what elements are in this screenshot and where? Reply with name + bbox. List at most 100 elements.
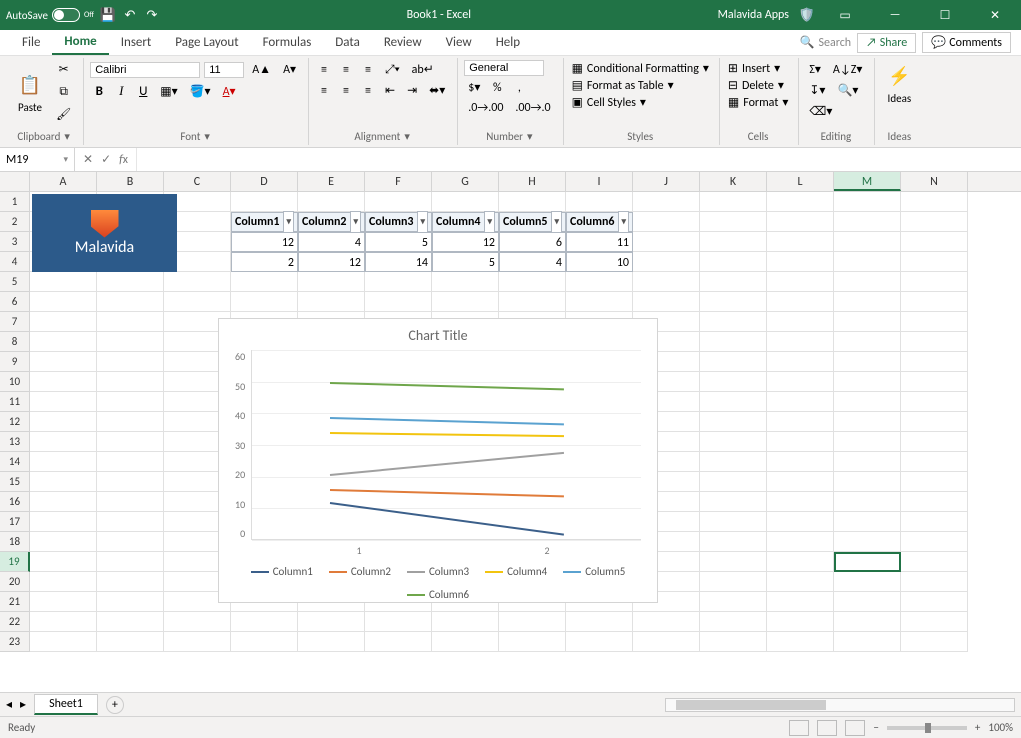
filter-dropdown-icon[interactable]: ▾ [551, 211, 562, 233]
row-header[interactable]: 15 [0, 472, 30, 492]
decrease-indent-icon[interactable]: ⇤ [381, 81, 399, 100]
cell[interactable]: 4 [298, 232, 365, 252]
add-sheet-button[interactable]: + [106, 696, 124, 714]
tab-review[interactable]: Review [372, 31, 434, 54]
cell[interactable] [700, 492, 767, 512]
column-header[interactable]: N [901, 172, 968, 191]
row-header[interactable]: 18 [0, 532, 30, 552]
cell[interactable] [767, 592, 834, 612]
cell[interactable] [700, 232, 767, 252]
cell[interactable]: Column1▾ [231, 212, 298, 232]
find-select-icon[interactable]: 🔍▾ [833, 81, 862, 100]
cell[interactable] [834, 352, 901, 372]
cell[interactable] [834, 412, 901, 432]
cell[interactable] [700, 572, 767, 592]
sort-filter-icon[interactable]: A↓Z▾ [829, 60, 866, 79]
cell[interactable] [97, 472, 164, 492]
cell[interactable] [164, 632, 231, 652]
cell[interactable] [834, 392, 901, 412]
orientation-icon[interactable]: ⤢▾ [381, 61, 404, 79]
cell[interactable]: 4 [499, 252, 566, 272]
dialog-launcher-icon[interactable]: ▾ [64, 130, 70, 143]
cell[interactable] [901, 392, 968, 412]
row-header[interactable]: 16 [0, 492, 30, 512]
align-right-icon[interactable]: ≡ [359, 82, 377, 100]
ribbon-options-icon[interactable]: ▭ [825, 0, 865, 30]
cell[interactable] [97, 492, 164, 512]
delete-cells-button[interactable]: ⊟Delete▾ [726, 77, 790, 94]
cell[interactable]: 6 [499, 232, 566, 252]
tab-help[interactable]: Help [484, 31, 532, 54]
cell[interactable] [834, 432, 901, 452]
cell[interactable] [97, 552, 164, 572]
percent-icon[interactable]: % [488, 79, 506, 97]
sheet-tab[interactable]: Sheet1 [34, 694, 98, 715]
cell[interactable] [432, 292, 499, 312]
cell[interactable] [30, 632, 97, 652]
cell[interactable] [97, 372, 164, 392]
cell[interactable] [164, 272, 231, 292]
cell[interactable] [834, 312, 901, 332]
column-header[interactable]: A [30, 172, 97, 191]
tab-data[interactable]: Data [323, 31, 372, 54]
cell[interactable] [700, 372, 767, 392]
cell[interactable] [700, 592, 767, 612]
cell[interactable]: 14 [365, 252, 432, 272]
cell[interactable]: Column3▾ [365, 212, 432, 232]
close-icon[interactable]: ✕ [975, 0, 1015, 30]
fx-icon[interactable]: fx [119, 153, 128, 167]
column-header[interactable]: H [499, 172, 566, 191]
cell[interactable] [901, 592, 968, 612]
cell[interactable] [30, 592, 97, 612]
cell[interactable] [767, 492, 834, 512]
autosum-icon[interactable]: Σ▾ [805, 60, 825, 79]
row-header[interactable]: 6 [0, 292, 30, 312]
tab-home[interactable]: Home [52, 30, 108, 55]
cell[interactable] [767, 452, 834, 472]
dialog-launcher-icon[interactable]: ▾ [404, 130, 410, 143]
page-break-view-icon[interactable] [845, 720, 865, 736]
column-header[interactable]: C [164, 172, 231, 191]
cell[interactable] [834, 192, 901, 212]
normal-view-icon[interactable] [789, 720, 809, 736]
cell[interactable]: Column2▾ [298, 212, 365, 232]
cell[interactable] [767, 392, 834, 412]
row-header[interactable]: 11 [0, 392, 30, 412]
select-all-corner[interactable] [0, 172, 30, 191]
cell[interactable] [30, 312, 97, 332]
bold-button[interactable]: B [90, 82, 108, 101]
row-header[interactable]: 7 [0, 312, 30, 332]
cell[interactable] [767, 372, 834, 392]
cell[interactable] [30, 572, 97, 592]
cell[interactable] [767, 432, 834, 452]
column-header[interactable]: G [432, 172, 499, 191]
font-color-button[interactable]: A▾ [219, 82, 240, 101]
cell[interactable] [30, 392, 97, 412]
page-layout-view-icon[interactable] [817, 720, 837, 736]
cell[interactable] [767, 352, 834, 372]
cell[interactable] [901, 412, 968, 432]
cell[interactable] [901, 332, 968, 352]
cell-styles-button[interactable]: ▣Cell Styles▾ [570, 94, 711, 111]
cell[interactable]: 10 [566, 252, 633, 272]
fill-icon[interactable]: ↧▾ [805, 81, 829, 100]
cell[interactable] [97, 432, 164, 452]
row-header[interactable]: 9 [0, 352, 30, 372]
cell[interactable] [834, 592, 901, 612]
cell[interactable]: 11 [566, 232, 633, 252]
cell[interactable] [700, 312, 767, 332]
cell[interactable] [231, 292, 298, 312]
cell[interactable] [901, 372, 968, 392]
cell[interactable] [767, 192, 834, 212]
cell[interactable] [901, 252, 968, 272]
wrap-text-icon[interactable]: ab↵ [408, 60, 438, 79]
cell[interactable] [365, 192, 432, 212]
column-header[interactable]: K [700, 172, 767, 191]
formula-input[interactable] [137, 148, 1021, 171]
increase-decimal-icon[interactable]: .0→.00 [464, 99, 507, 117]
maximize-icon[interactable]: ☐ [925, 0, 965, 30]
cell[interactable]: Column5▾ [499, 212, 566, 232]
cell[interactable] [767, 232, 834, 252]
cell[interactable] [834, 372, 901, 392]
cell[interactable] [834, 612, 901, 632]
